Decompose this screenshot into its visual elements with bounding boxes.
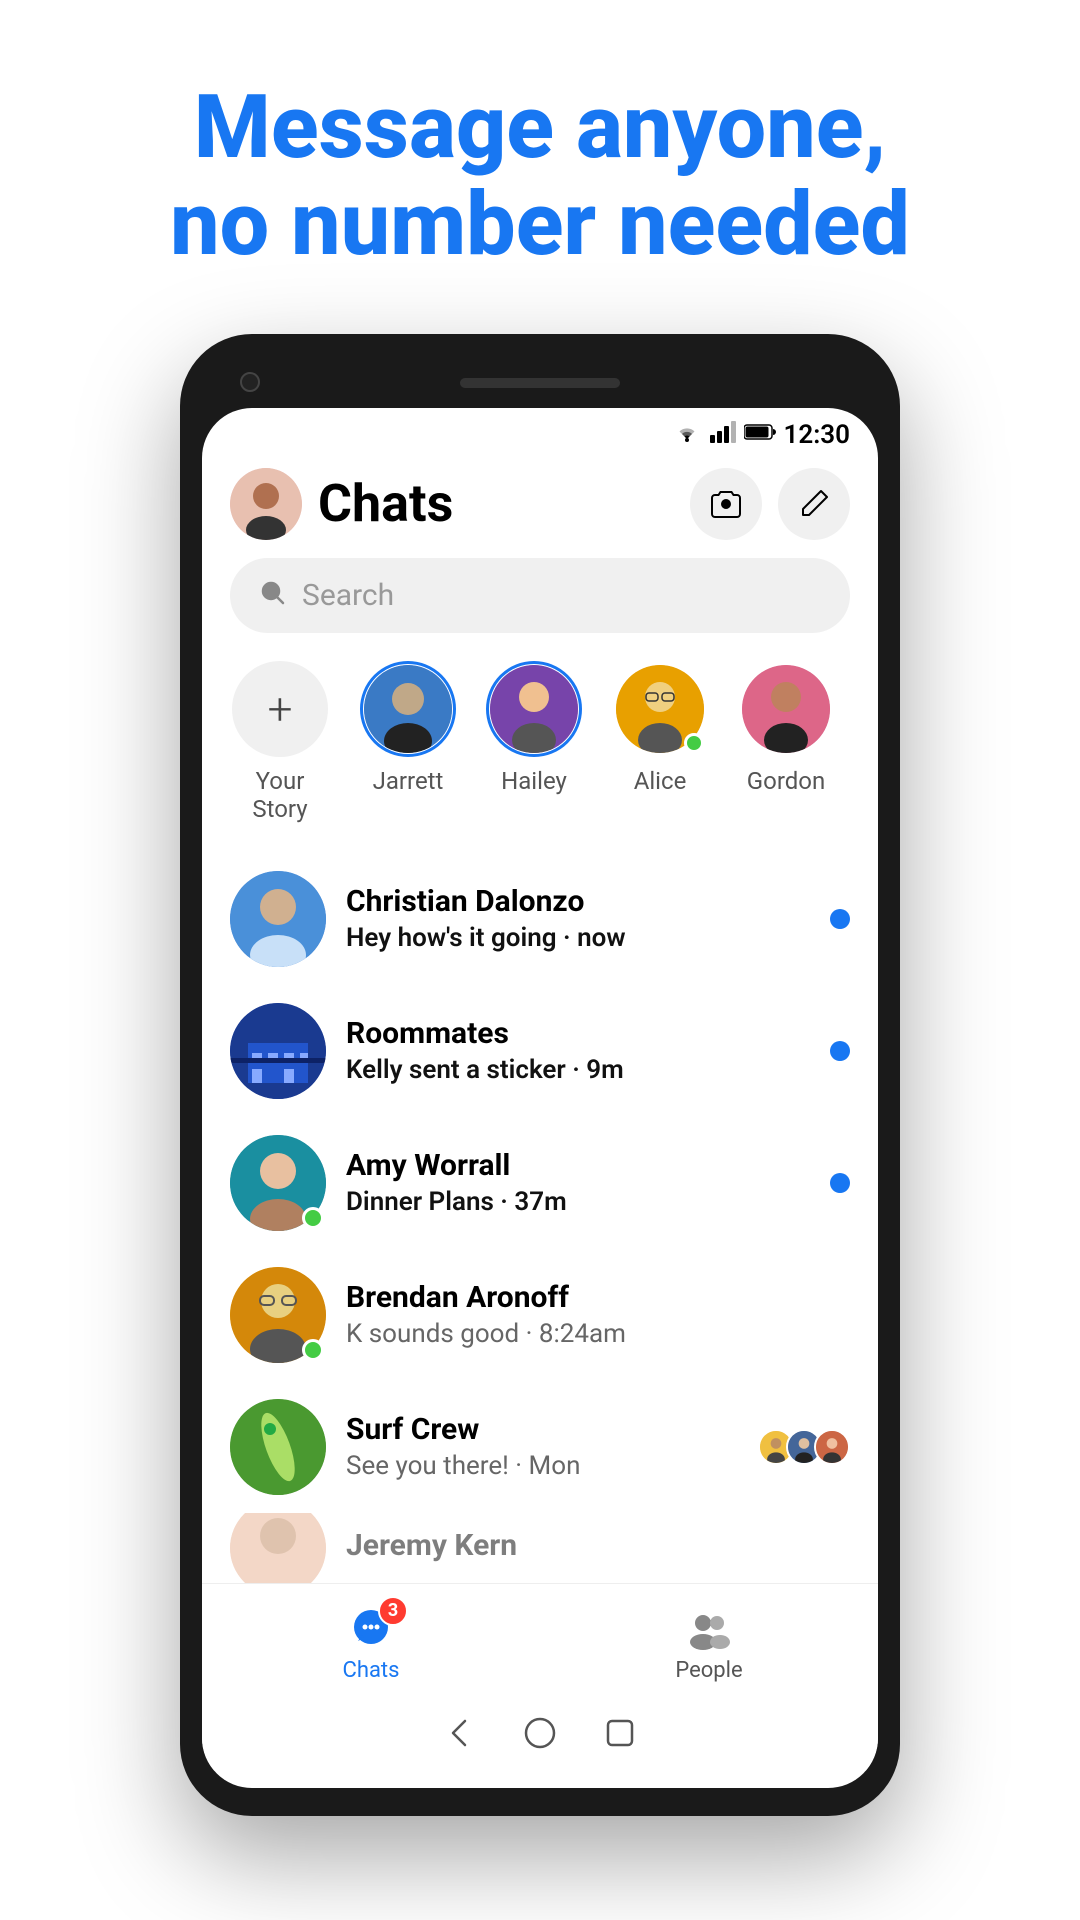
wifi-icon [672,421,702,449]
nav-chats-icon-wrap: 3 [348,1606,394,1652]
search-placeholder: Search [302,578,394,613]
camera-button[interactable] [690,468,762,540]
search-icon [258,578,288,612]
chat-preview-amy: Dinner Plans · 37m [346,1187,810,1217]
chat-name-amy: Amy Worrall [346,1148,810,1183]
chat-info-brendan: Brendan Aronoff K sounds good · 8:24am [346,1280,850,1349]
plus-icon: + [268,683,293,735]
chat-avatar-amy [230,1135,326,1231]
chat-info-amy: Amy Worrall Dinner Plans · 37m [346,1148,810,1217]
story-item-hailey[interactable]: Hailey [486,661,582,823]
chat-avatar-roommates [230,1003,326,1099]
story-avatar-gordon [738,661,834,757]
status-time: 12:30 [784,420,851,450]
chats-badge: 3 [378,1596,408,1626]
chat-info-christian: Christian Dalonzo Hey how's it going · n… [346,884,810,953]
chats-nav-label: Chats [343,1658,400,1683]
chat-name-roommates: Roommates [346,1016,810,1051]
phone-notch [202,362,878,404]
page-wrapper: Message anyone, no number needed [0,0,1080,1920]
chat-item-amy[interactable]: Amy Worrall Dinner Plans · 37m [202,1117,878,1249]
story-img-gordon [742,665,830,753]
story-name-alice: Alice [634,767,687,795]
group-avatars-surf [758,1429,850,1465]
bottom-nav: 3 Chats People [202,1583,878,1699]
chat-avatar-brendan [230,1267,326,1363]
signal-icon [710,421,736,449]
story-item-jarrett[interactable]: Jarrett [360,661,456,823]
chat-preview-surf: See you there! · Mon [346,1451,738,1481]
story-avatar-jarrett [360,661,456,757]
phone-camera [240,372,260,392]
chat-item-jeremy[interactable]: Jeremy Kern [202,1513,878,1583]
chat-avatar-surf [230,1399,326,1495]
chat-item-roommates[interactable]: Roommates Kelly sent a sticker · 9m [202,985,878,1117]
chat-info-surf: Surf Crew See you there! · Mon [346,1412,738,1481]
story-ring [360,661,456,757]
chat-avatar-christian [230,871,326,967]
headline-line1: Message anyone, [194,76,886,179]
unread-indicator-roommates [830,1041,850,1061]
online-indicator-brendan [302,1339,324,1361]
add-story-avatar: + [232,661,328,757]
chat-item-surf[interactable]: Surf Crew See you there! · Mon [202,1381,878,1513]
headline-text: Message anyone, no number needed [170,80,910,274]
status-bar: 12:30 [202,408,878,458]
phone-frame: 12:30 Chats [180,334,900,1816]
story-avatar-hailey [486,661,582,757]
nav-people[interactable]: People [540,1584,878,1699]
people-nav-icon [686,1606,732,1652]
story-name-gordon: Gordon [747,767,825,795]
chat-name-jeremy: Jeremy Kern [346,1528,850,1563]
online-indicator-alice [684,733,704,753]
battery-icon [744,422,776,447]
gesture-bar [202,1699,878,1771]
story-item-alice[interactable]: Alice [612,661,708,823]
status-icons: 12:30 [672,420,851,450]
search-bar[interactable]: Search [230,558,850,633]
recents-button[interactable] [600,1713,640,1753]
story-name-your-story: Your Story [230,767,330,823]
phone-speaker [460,378,620,388]
back-button[interactable] [440,1713,480,1753]
chat-info-roommates: Roommates Kelly sent a sticker · 9m [346,1016,810,1085]
chat-name-surf: Surf Crew [346,1412,738,1447]
story-avatar-alice [612,661,708,757]
nav-people-icon-wrap [686,1606,732,1652]
stories-row: + Your Story [202,661,878,853]
online-indicator-amy [302,1207,324,1229]
people-nav-label: People [675,1658,742,1683]
chat-name-brendan: Brendan Aronoff [346,1280,850,1315]
unread-indicator-christian [830,909,850,929]
chat-avatar-img-christian [230,871,326,967]
chat-name-christian: Christian Dalonzo [346,884,810,919]
headline-section: Message anyone, no number needed [110,0,970,334]
phone-screen: 12:30 Chats [202,408,878,1788]
story-item-gordon[interactable]: Gordon [738,661,834,823]
chat-preview-brendan: K sounds good · 8:24am [346,1319,850,1349]
header-title: Chats [318,473,674,534]
chat-preview-christian: Hey how's it going · now [346,923,810,953]
chat-preview-roommates: Kelly sent a sticker · 9m [346,1055,810,1085]
app-header: Chats [202,458,878,558]
home-button[interactable] [520,1713,560,1753]
story-item-your-story[interactable]: + Your Story [230,661,330,823]
chat-item-christian[interactable]: Christian Dalonzo Hey how's it going · n… [202,853,878,985]
self-avatar[interactable] [230,468,302,540]
group-avatar-3 [814,1429,850,1465]
chat-avatar-jeremy [230,1513,326,1583]
nav-chats[interactable]: 3 Chats [202,1584,540,1699]
chat-avatar-img-roommates [230,1003,326,1099]
chat-avatar-img-surf [230,1399,326,1495]
chat-avatar-img-jeremy [230,1513,326,1583]
chat-item-brendan[interactable]: Brendan Aronoff K sounds good · 8:24am [202,1249,878,1381]
chat-list: Christian Dalonzo Hey how's it going · n… [202,853,878,1583]
headline-line2: no number needed [170,173,910,276]
story-name-hailey: Hailey [501,767,567,795]
story-name-jarrett: Jarrett [373,767,444,795]
story-ring-hailey [486,661,582,757]
edit-button[interactable] [778,468,850,540]
chat-info-jeremy: Jeremy Kern [346,1528,850,1567]
unread-indicator-amy [830,1173,850,1193]
